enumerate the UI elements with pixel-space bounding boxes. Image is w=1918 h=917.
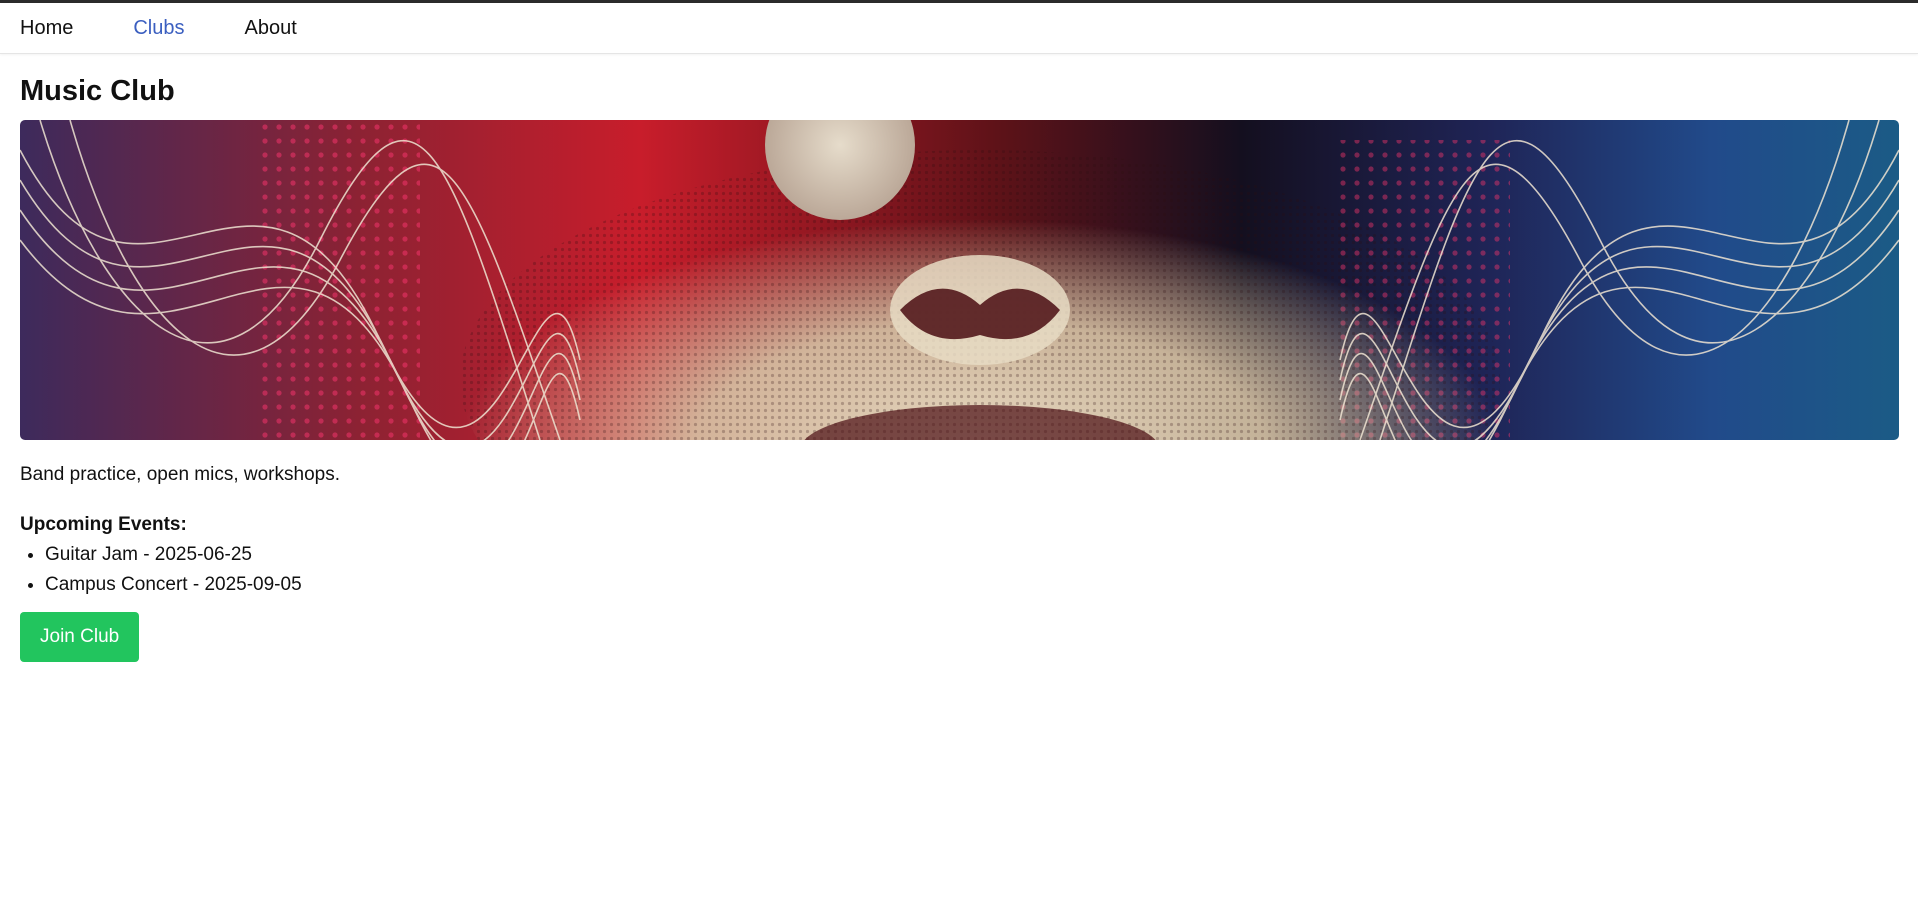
join-club-button[interactable]: Join Club xyxy=(20,611,140,662)
main-navbar: Home Clubs About xyxy=(0,3,1918,54)
nav-clubs-link[interactable]: Clubs xyxy=(133,17,184,40)
upcoming-events-heading: Upcoming Events: xyxy=(20,513,187,535)
club-description: Band practice, open mics, workshops. xyxy=(20,463,340,485)
events-list: Guitar Jam - 2025-06-25 Campus Concert -… xyxy=(20,540,1898,600)
club-banner-image xyxy=(20,119,1899,440)
nav-about-link[interactable]: About xyxy=(245,17,297,40)
event-item: Campus Concert - 2025-09-05 xyxy=(45,570,1898,600)
nav-home-link[interactable]: Home xyxy=(20,17,73,40)
club-detail: Music Club Band practice, open mics, wor… xyxy=(0,75,1918,662)
page-title: Music Club xyxy=(20,75,175,107)
event-item: Guitar Jam - 2025-06-25 xyxy=(45,540,1898,570)
